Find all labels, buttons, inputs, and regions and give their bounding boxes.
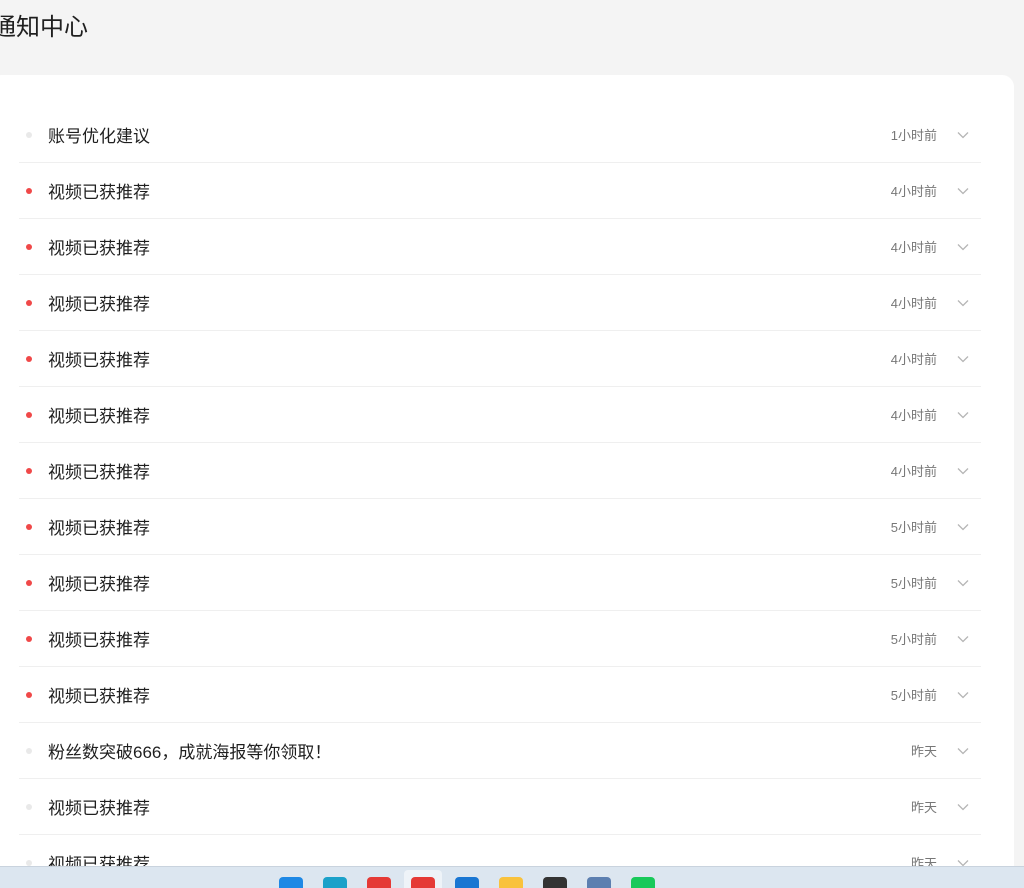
notification-title: 视频已获推荐 [48,351,150,370]
notification-item[interactable]: 视频已获推荐 5小时前 [19,555,981,611]
chevron-down-icon[interactable] [955,519,971,535]
notification-time: 5小时前 [890,576,937,591]
notification-time: 昨天 [910,744,937,759]
notification-time: 5小时前 [890,632,937,647]
remote-desktop-icon[interactable] [587,877,611,888]
chevron-down-icon[interactable] [955,239,971,255]
notification-item[interactable]: 视频已获推荐 4小时前 [19,331,981,387]
read-dot [26,803,32,810]
notification-item[interactable]: 视频已获推荐 4小时前 [19,443,981,499]
notification-item[interactable]: 账号优化建议 1小时前 [19,107,981,163]
notification-title: 视频已获推荐 [48,239,150,258]
notification-title: 视频已获推荐 [48,183,150,202]
wechat-icon[interactable] [631,877,655,888]
notification-title: 视频已获推荐 [48,799,150,818]
notification-time: 4小时前 [890,184,937,199]
notification-time: 5小时前 [890,688,937,703]
notification-item[interactable]: 视频已获推荐 5小时前 [19,667,981,723]
unread-dot [26,579,32,586]
chevron-down-icon[interactable] [955,295,971,311]
unread-dot [26,411,32,418]
page-title: 通知中心 [0,14,88,41]
notification-item[interactable]: 视频已获推荐 4小时前 [19,163,981,219]
notification-time: 5小时前 [890,520,937,535]
chevron-down-icon[interactable] [955,351,971,367]
notification-title: 视频已获推荐 [48,631,150,650]
notification-title: 视频已获推荐 [48,463,150,482]
notification-title: 视频已获推荐 [48,407,150,426]
chevron-down-icon[interactable] [955,687,971,703]
notification-item[interactable]: 视频已获推荐 4小时前 [19,275,981,331]
terminal-icon[interactable] [543,877,567,888]
notification-time: 昨天 [910,800,937,815]
notification-item[interactable]: 视频已获推荐 5小时前 [19,611,981,667]
edge-browser-icon[interactable] [323,877,347,888]
unread-dot [26,691,32,698]
chrome-browser-icon[interactable] [411,877,435,888]
notification-item[interactable]: 视频已获推荐 4小时前 [19,219,981,275]
notification-title: 账号优化建议 [48,127,150,146]
notification-title: 视频已获推荐 [48,575,150,594]
notification-title: 视频已获推荐 [48,295,150,314]
read-dot [26,859,32,866]
chevron-down-icon[interactable] [955,463,971,479]
page: 通知中心 账号优化建议 1小时前 视频已获推荐 4小时前 视频已获推荐 4小时前… [0,0,1024,888]
chevron-down-icon[interactable] [955,575,971,591]
notification-list: 账号优化建议 1小时前 视频已获推荐 4小时前 视频已获推荐 4小时前 视频已获… [19,107,981,888]
chevron-down-icon[interactable] [955,631,971,647]
unread-dot [26,355,32,362]
unread-dot [26,243,32,250]
notification-item[interactable]: 视频已获推荐 5小时前 [19,499,981,555]
chevron-down-icon[interactable] [955,407,971,423]
notification-time: 4小时前 [890,296,937,311]
chevron-down-icon[interactable] [955,127,971,143]
wps-app-icon[interactable] [367,877,391,888]
read-dot [26,131,32,138]
notification-item[interactable]: 视频已获推荐 4小时前 [19,387,981,443]
vscode-icon[interactable] [455,877,479,888]
notification-item[interactable]: 粉丝数突破666，成就海报等你领取！ 昨天 [19,723,981,779]
unread-dot [26,523,32,530]
unread-dot [26,635,32,642]
file-explorer-icon[interactable] [499,877,523,888]
taskbar [0,866,1024,888]
notification-time: 1小时前 [890,128,937,143]
notification-title: 粉丝数突破666，成就海报等你领取！ [48,743,332,762]
notification-item[interactable]: 视频已获推荐 昨天 [19,779,981,835]
notification-time: 4小时前 [890,240,937,255]
notification-time: 4小时前 [890,464,937,479]
read-dot [26,747,32,754]
unread-dot [26,187,32,194]
notification-time: 4小时前 [890,352,937,367]
unread-dot [26,299,32,306]
windows-start-icon[interactable] [279,877,303,888]
unread-dot [26,467,32,474]
chevron-down-icon[interactable] [955,799,971,815]
chevron-down-icon[interactable] [955,743,971,759]
chevron-down-icon[interactable] [955,183,971,199]
notification-title: 视频已获推荐 [48,519,150,538]
notification-time: 4小时前 [890,408,937,423]
notification-title: 视频已获推荐 [48,687,150,706]
